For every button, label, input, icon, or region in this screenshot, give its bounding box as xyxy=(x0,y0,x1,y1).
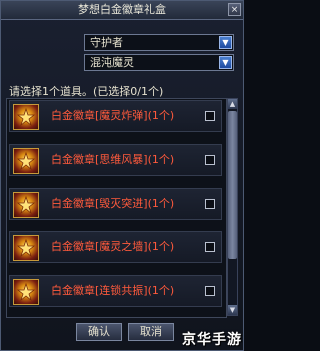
item-name: 白金徽章[毁灭突进](1个) xyxy=(51,197,175,210)
window-title: 梦想白金徽章礼盒 xyxy=(78,3,166,16)
cancel-button[interactable]: 取消 xyxy=(128,323,174,341)
class-dropdown-value: 守护者 xyxy=(90,36,123,49)
item-checkbox[interactable] xyxy=(205,111,215,121)
list-item[interactable]: 白金徽章[连锁共振](1个) xyxy=(9,275,222,307)
list-scrollbar[interactable]: ▲ ▼ xyxy=(227,98,238,316)
subclass-dropdown[interactable]: 混沌魔灵 ▼ xyxy=(84,54,234,71)
list-item[interactable]: 白金徽章[魔灵炸弹](1个) xyxy=(9,100,222,132)
chevron-down-icon[interactable]: ▼ xyxy=(219,36,232,49)
badge-icon xyxy=(13,104,39,130)
badge-icon xyxy=(13,192,39,218)
item-list: 白金徽章[魔灵炸弹](1个) 白金徽章[思维风暴](1个) 白金徽章[毁灭突进]… xyxy=(6,98,227,318)
list-item[interactable]: 白金徽章[毁灭突进](1个) xyxy=(9,188,222,220)
badge-icon xyxy=(13,235,39,261)
close-button[interactable]: × xyxy=(228,3,241,16)
item-name: 白金徽章[魔灵之墙](1个) xyxy=(51,240,175,253)
class-dropdown[interactable]: 守护者 ▼ xyxy=(84,34,234,51)
subclass-dropdown-value: 混沌魔灵 xyxy=(90,56,134,69)
badge-icon xyxy=(13,279,39,305)
item-checkbox[interactable] xyxy=(205,199,215,209)
item-name: 白金徽章[连锁共振](1个) xyxy=(51,284,175,297)
scroll-up-icon[interactable]: ▲ xyxy=(228,99,237,109)
list-item[interactable]: 白金徽章[思维风暴](1个) xyxy=(9,144,222,176)
titlebar[interactable]: 梦想白金徽章礼盒 × xyxy=(1,1,243,20)
list-item[interactable]: 白金徽章[魔灵之墙](1个) xyxy=(9,231,222,263)
item-checkbox[interactable] xyxy=(205,155,215,165)
item-checkbox[interactable] xyxy=(205,242,215,252)
selection-instruction: 请选择1个道具。(已选择0/1个) xyxy=(9,85,164,98)
item-name: 白金徽章[魔灵炸弹](1个) xyxy=(51,109,175,122)
scroll-down-icon[interactable]: ▼ xyxy=(228,305,237,315)
chevron-down-icon[interactable]: ▼ xyxy=(219,56,232,69)
item-checkbox[interactable] xyxy=(205,286,215,296)
badge-icon xyxy=(13,148,39,174)
watermark-text: 京华手游 xyxy=(182,332,242,348)
scroll-thumb[interactable] xyxy=(228,111,237,259)
item-name: 白金徽章[思维风暴](1个) xyxy=(51,153,175,166)
confirm-button[interactable]: 确认 xyxy=(76,323,122,341)
gift-box-dialog: 梦想白金徽章礼盒 × 守护者 ▼ 混沌魔灵 ▼ 请选择1个道具。(已选择0/1个… xyxy=(0,0,244,351)
